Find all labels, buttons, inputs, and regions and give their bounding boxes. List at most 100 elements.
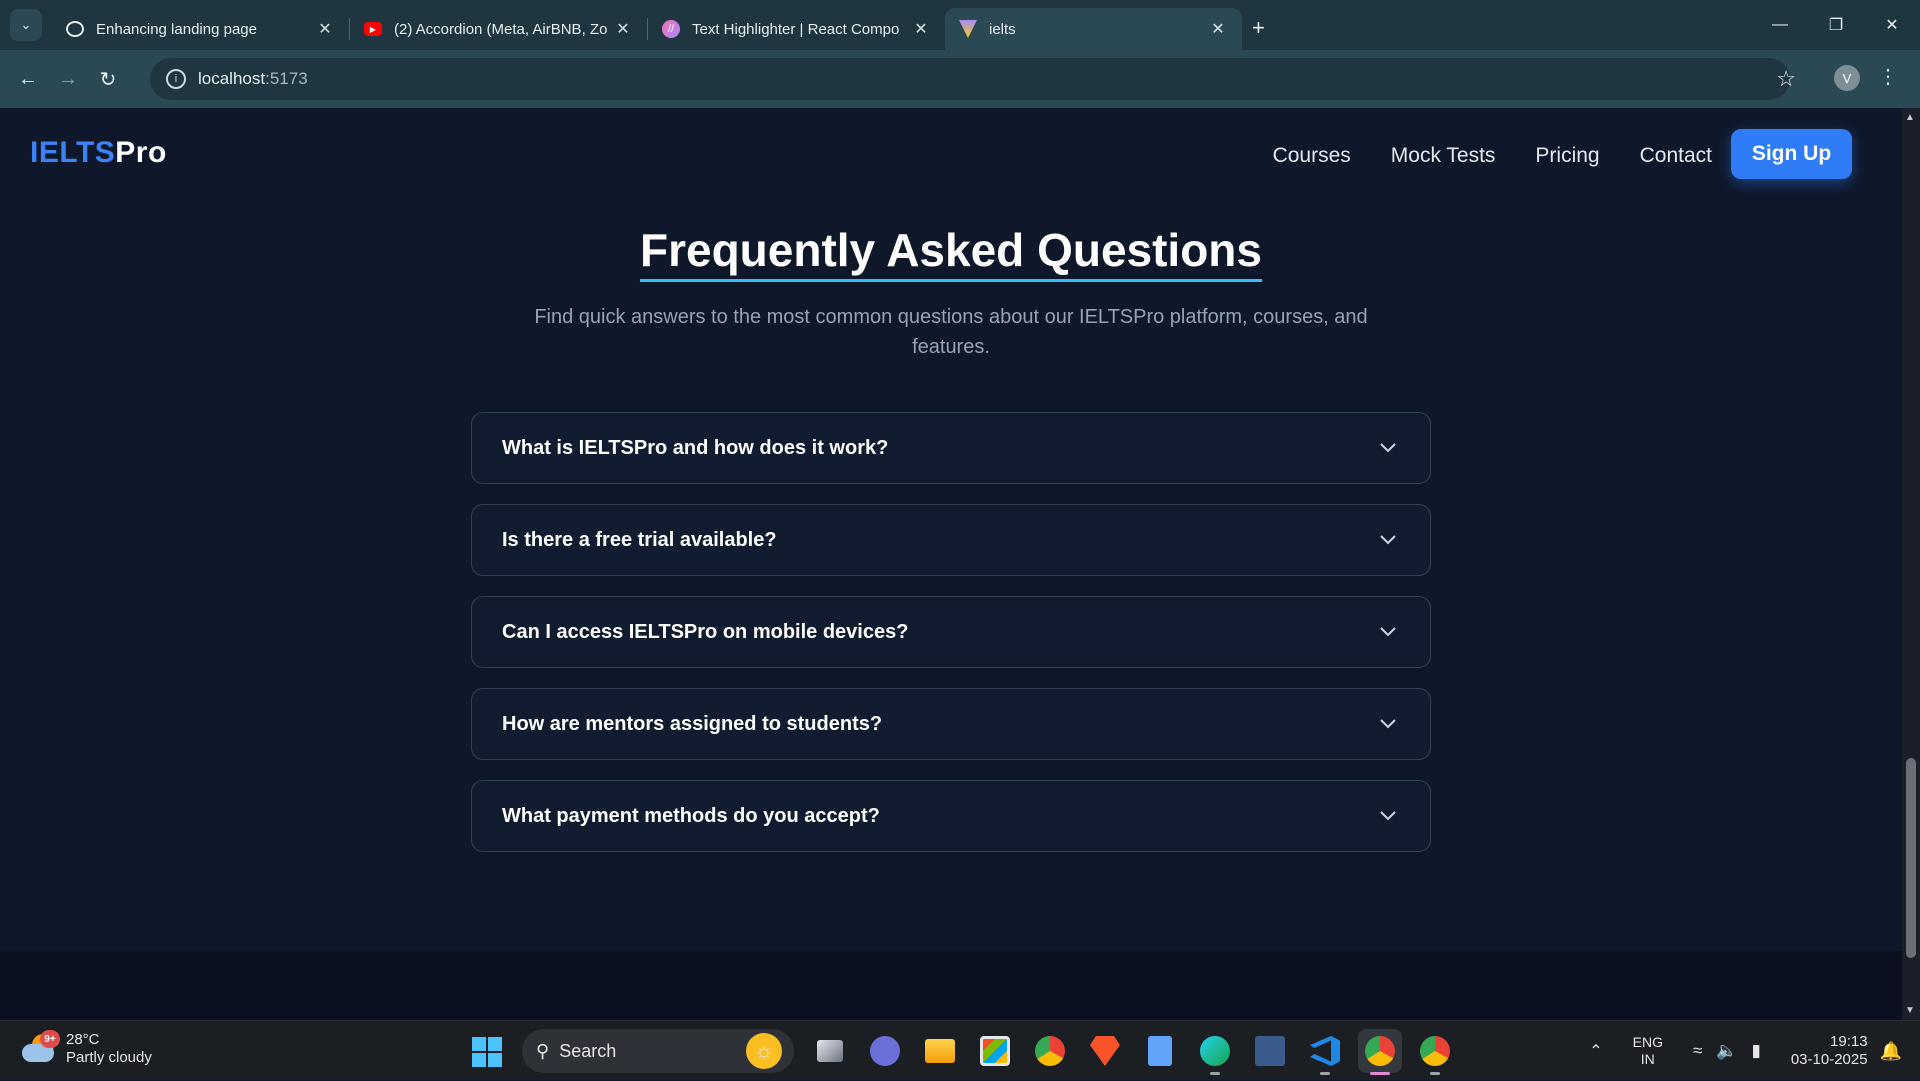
faq-question: How are mentors assigned to students? — [502, 712, 883, 735]
new-tab-icon[interactable]: + — [1252, 15, 1265, 41]
nav-link-courses[interactable]: Courses — [1273, 144, 1351, 168]
url-host: localhost — [198, 69, 266, 88]
faq-question: Is there a free trial available? — [502, 528, 777, 551]
scroll-up-arrow-icon[interactable]: ▲ — [1905, 112, 1915, 123]
footer-section — [0, 951, 1902, 1020]
browser-tab-bar: ⌄ Enhancing landing page ✕ ▶ (2) Accordi… — [0, 0, 1920, 50]
youtube-icon: ▶ — [364, 22, 382, 36]
faq-item[interactable]: What is IELTSPro and how does it work? — [471, 412, 1431, 484]
chevron-down-icon — [1376, 620, 1400, 644]
chevron-down-icon: ⌄ — [20, 17, 32, 32]
windows-taskbar: 9+ 28°C Partly cloudy ⚲ Search ☼ ⌃ ENG I… — [0, 1020, 1920, 1080]
back-icon[interactable]: ← — [8, 68, 48, 91]
browser-tab[interactable]: // Text Highlighter | React Compo ✕ — [648, 8, 945, 50]
search-icon: ⚲ — [536, 1040, 550, 1061]
browser-tab[interactable]: Enhancing landing page ✕ — [52, 8, 349, 50]
restore-icon[interactable]: ❐ — [1808, 15, 1864, 35]
sql-server-icon[interactable] — [1248, 1029, 1292, 1073]
language-code: ENG — [1632, 1034, 1663, 1050]
faq-item[interactable]: Can I access IELTSPro on mobile devices? — [471, 596, 1431, 668]
profile-avatar[interactable]: V — [1834, 65, 1860, 91]
tab-title: (2) Accordion (Meta, AirBNB, Zo — [394, 20, 608, 38]
bookmark-star-icon[interactable]: ☆ — [1776, 66, 1796, 92]
teams-chat-icon[interactable] — [863, 1029, 907, 1073]
browser-toolbar: ← → ↻ i localhost:5173 ☆ V ⋮ — [0, 50, 1920, 108]
search-label: Search — [559, 1040, 617, 1061]
language-indicator[interactable]: ENG IN — [1633, 1034, 1663, 1068]
nav-link-contact[interactable]: Contact — [1640, 144, 1712, 168]
chevron-down-icon — [1376, 804, 1400, 828]
notepad-icon[interactable] — [1138, 1029, 1182, 1073]
more-menu-icon[interactable]: ⋮ — [1878, 64, 1898, 89]
clock-time: 19:13 — [1830, 1033, 1868, 1050]
site-menu: Courses Mock Tests Pricing Contact — [1273, 144, 1712, 168]
clock-date: 03-10-2025 — [1790, 1051, 1868, 1068]
faq-question: What payment methods do you accept? — [502, 804, 880, 827]
page-viewport: IELTSPro Courses Mock Tests Pricing Cont… — [0, 108, 1902, 1020]
close-window-icon[interactable]: ✕ — [1864, 15, 1920, 35]
window-controls: — ❐ ✕ — [1752, 0, 1920, 50]
weather-description: Partly cloudy — [66, 1049, 152, 1066]
address-bar[interactable]: i localhost:5173 — [150, 58, 1790, 100]
faq-title: Frequently Asked Questions — [640, 223, 1262, 282]
chrome-icon[interactable] — [1028, 1029, 1072, 1073]
notification-bell-icon[interactable]: 🔔 — [1880, 1041, 1902, 1062]
page-scrollbar[interactable]: ▲ ▼ — [1902, 108, 1920, 1020]
microsoft-store-icon[interactable] — [973, 1029, 1017, 1073]
battery-icon: ▮ — [1751, 1041, 1761, 1060]
taskbar-search[interactable]: ⚲ Search ☼ — [522, 1029, 794, 1073]
chrome-profile-icon[interactable] — [1358, 1029, 1402, 1075]
windows-start-icon[interactable] — [472, 1037, 502, 1067]
weather-partly-cloudy-icon: 9+ — [22, 1030, 60, 1066]
faq-question: Can I access IELTSPro on mobile devices? — [502, 620, 909, 643]
site-info-icon[interactable]: i — [166, 69, 186, 89]
brave-icon[interactable] — [1083, 1029, 1127, 1073]
system-tray: ⌃ ENG IN ≈ 🔈 ▮ 19:13 03-10-2025 🔔 — [1589, 1021, 1920, 1081]
close-tab-icon[interactable]: ✕ — [911, 19, 931, 39]
site-navbar: IELTSPro Courses Mock Tests Pricing Cont… — [0, 108, 1902, 198]
site-logo[interactable]: IELTSPro — [30, 136, 167, 170]
logo-part-pro: Pro — [115, 136, 167, 169]
browser-tab[interactable]: ▶ (2) Accordion (Meta, AirBNB, Zo ✕ — [350, 8, 647, 50]
faq-accordion: What is IELTSPro and how does it work? I… — [471, 412, 1431, 872]
sign-up-button[interactable]: Sign Up — [1731, 129, 1852, 179]
task-view-icon[interactable] — [808, 1029, 852, 1073]
nav-link-mock-tests[interactable]: Mock Tests — [1391, 144, 1496, 168]
volume-icon: 🔈 — [1716, 1041, 1738, 1060]
scrollbar-thumb[interactable] — [1906, 758, 1916, 958]
edge-icon[interactable] — [1193, 1029, 1237, 1075]
weather-widget[interactable]: 9+ 28°C Partly cloudy — [22, 1030, 152, 1067]
faq-item[interactable]: Is there a free trial available? — [471, 504, 1431, 576]
vscode-icon[interactable] — [1303, 1029, 1347, 1075]
openai-icon — [66, 21, 84, 37]
nav-link-pricing[interactable]: Pricing — [1535, 144, 1599, 168]
forward-icon[interactable]: → — [48, 68, 88, 91]
chevron-down-icon — [1376, 436, 1400, 460]
chevron-down-icon — [1376, 712, 1400, 736]
reload-icon[interactable]: ↻ — [88, 67, 128, 92]
faq-item[interactable]: What payment methods do you accept? — [471, 780, 1431, 852]
faq-header: Frequently Asked Questions Find quick an… — [0, 223, 1902, 362]
search-highlight-sun-icon: ☼ — [746, 1033, 782, 1069]
faq-item[interactable]: How are mentors assigned to students? — [471, 688, 1431, 760]
show-hidden-icons-icon[interactable]: ⌃ — [1589, 1041, 1602, 1061]
close-tab-icon[interactable]: ✕ — [315, 19, 335, 39]
notification-badge: 9+ — [40, 1030, 60, 1048]
weather-temperature: 28°C — [66, 1031, 100, 1048]
minimize-icon[interactable]: — — [1752, 16, 1808, 34]
file-explorer-icon[interactable] — [918, 1029, 962, 1073]
scroll-down-arrow-icon[interactable]: ▼ — [1905, 1005, 1915, 1016]
close-tab-icon[interactable]: ✕ — [613, 19, 633, 39]
browser-tab-active[interactable]: ielts ✕ — [945, 8, 1242, 50]
close-tab-icon[interactable]: ✕ — [1208, 19, 1228, 39]
tab-search-button[interactable]: ⌄ — [10, 9, 42, 41]
region-code: IN — [1640, 1051, 1655, 1067]
chrome-alt-profile-icon[interactable] — [1413, 1029, 1457, 1075]
faq-subtitle: Find quick answers to the most common qu… — [534, 306, 1368, 358]
logo-part-ielts: IELTS — [30, 136, 116, 169]
tab-title: ielts — [989, 20, 1016, 38]
clock[interactable]: 19:13 03-10-2025 — [1791, 1033, 1868, 1069]
quick-settings[interactable]: ≈ 🔈 ▮ — [1693, 1041, 1761, 1061]
faq-question: What is IELTSPro and how does it work? — [502, 436, 889, 459]
url-port: :5173 — [265, 69, 308, 88]
